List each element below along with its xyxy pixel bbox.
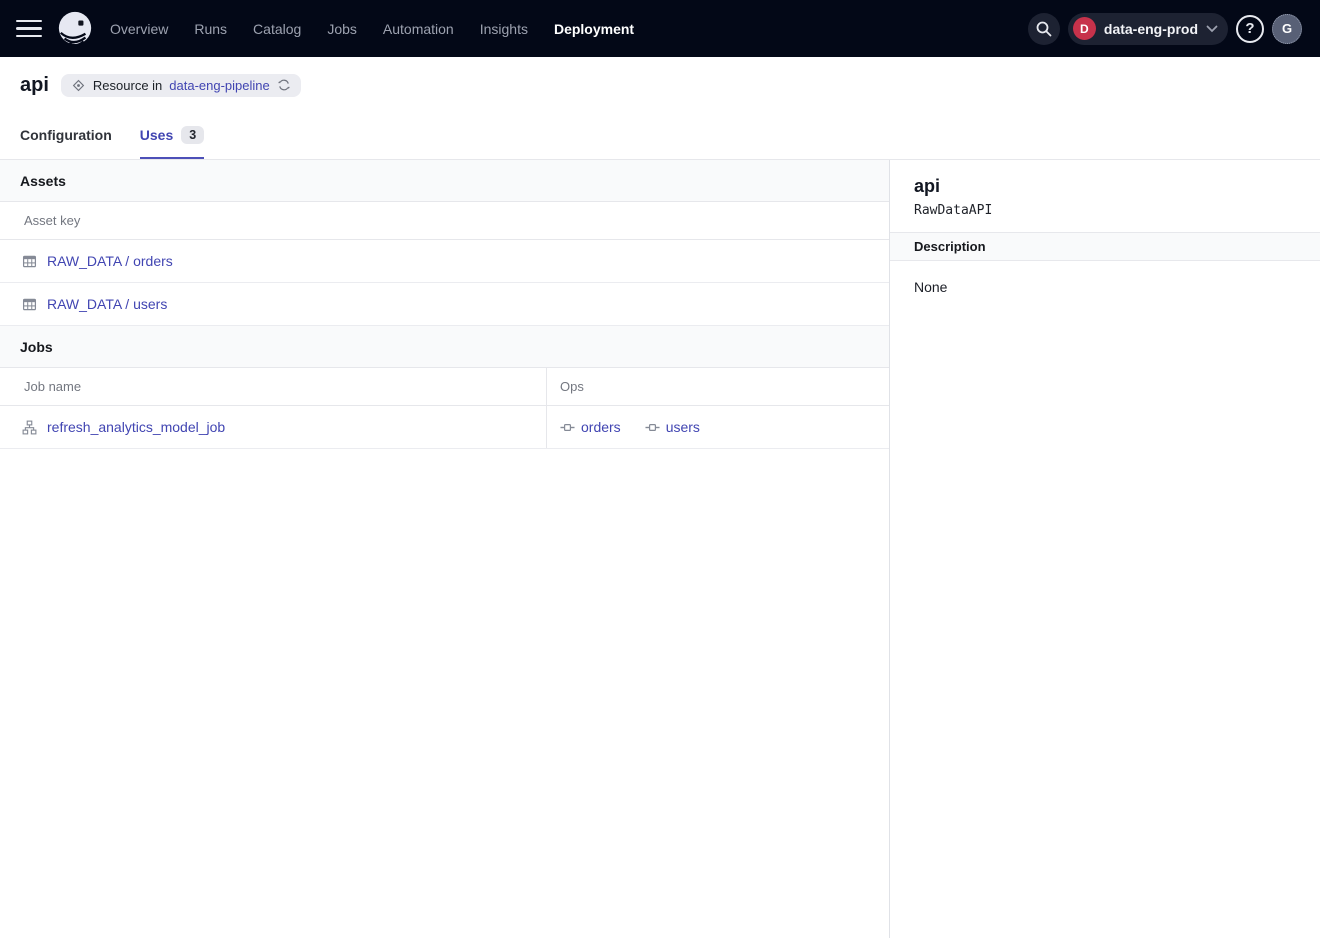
page-title: api: [20, 74, 49, 97]
job-sitemap-icon: [22, 420, 37, 435]
code-location-link[interactable]: data-eng-pipeline: [169, 78, 269, 93]
nav-item-overview[interactable]: Overview: [110, 21, 168, 37]
help-button[interactable]: ?: [1236, 15, 1264, 43]
deployment-badge: D: [1073, 17, 1096, 40]
chevron-down-icon: [1206, 25, 1218, 33]
deployment-name: data-eng-prod: [1104, 21, 1198, 37]
tab-bar: Configuration Uses 3: [0, 113, 1320, 160]
job-name-column-header: Job name: [0, 368, 547, 405]
tab-uses[interactable]: Uses 3: [140, 113, 204, 159]
jobs-section-header: Jobs: [0, 326, 889, 368]
dagster-logo-icon: [56, 10, 94, 48]
resource-origin-badge: Resource in data-eng-pipeline: [61, 74, 301, 97]
assets-section-header: Assets: [0, 160, 889, 202]
asset-table-icon: [22, 254, 37, 269]
nav-item-jobs[interactable]: Jobs: [327, 21, 357, 37]
reload-icon[interactable]: [277, 78, 291, 92]
navbar-right-controls: D data-eng-prod ? G: [1028, 13, 1302, 45]
job-row: refresh_analytics_model_job orders: [0, 406, 889, 449]
jobs-table-header: Job name Ops: [0, 368, 889, 406]
asset-link-orders[interactable]: RAW_DATA / orders: [47, 253, 173, 269]
job-link[interactable]: refresh_analytics_model_job: [47, 419, 225, 435]
dagster-logo[interactable]: [56, 10, 94, 48]
resource-type: RawDataAPI: [914, 203, 1296, 218]
question-mark-icon: ?: [1245, 21, 1254, 36]
nav-item-automation[interactable]: Automation: [383, 21, 454, 37]
uses-count-badge: 3: [181, 126, 204, 144]
resource-name: api: [914, 176, 1296, 197]
deployment-switcher[interactable]: D data-eng-prod: [1068, 13, 1228, 45]
page-header: api Resource in data-eng-pipeline: [0, 57, 1320, 113]
op-node-icon: [645, 420, 660, 435]
description-section-header: Description: [890, 232, 1320, 261]
op-link-users[interactable]: users: [645, 419, 700, 435]
nav-item-runs[interactable]: Runs: [194, 21, 227, 37]
main-content: Assets Asset key RAW_DATA / orders: [0, 160, 1320, 938]
uses-panel: Assets Asset key RAW_DATA / orders: [0, 160, 890, 938]
user-avatar[interactable]: G: [1272, 14, 1302, 44]
assets-table-header: Asset key: [0, 202, 889, 240]
description-value: None: [890, 261, 1320, 313]
hamburger-menu-icon[interactable]: [16, 20, 42, 38]
asset-table-icon: [22, 297, 37, 312]
search-button[interactable]: [1028, 13, 1060, 45]
search-icon: [1035, 20, 1053, 38]
resource-icon: [71, 78, 86, 93]
primary-nav: Overview Runs Catalog Jobs Automation In…: [110, 21, 634, 37]
resource-detail-panel: api RawDataAPI Description None: [890, 160, 1320, 938]
tab-configuration[interactable]: Configuration: [20, 113, 112, 159]
asset-link-users[interactable]: RAW_DATA / users: [47, 296, 167, 312]
resource-badge-prefix: Resource in: [93, 78, 162, 93]
op-node-icon: [560, 420, 575, 435]
asset-row: RAW_DATA / users: [0, 283, 889, 326]
asset-key-column-header: Asset key: [0, 202, 104, 239]
asset-row: RAW_DATA / orders: [0, 240, 889, 283]
top-navbar: Overview Runs Catalog Jobs Automation In…: [0, 0, 1320, 57]
nav-item-catalog[interactable]: Catalog: [253, 21, 301, 37]
ops-column-header: Ops: [547, 368, 889, 405]
op-link-orders[interactable]: orders: [560, 419, 621, 435]
nav-item-insights[interactable]: Insights: [480, 21, 528, 37]
nav-item-deployment[interactable]: Deployment: [554, 21, 634, 37]
